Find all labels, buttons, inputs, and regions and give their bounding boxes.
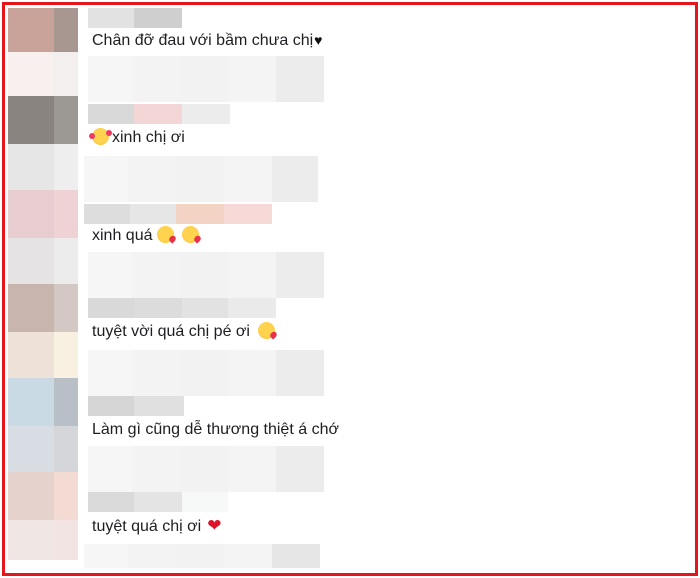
- red-heart-icon: ❤: [207, 516, 222, 535]
- avatar[interactable]: [8, 96, 78, 144]
- comment-actions-redacted[interactable]: [88, 252, 324, 298]
- comment-actions-redacted[interactable]: [88, 350, 324, 396]
- smiling-face-with-hearts-icon: [89, 128, 112, 145]
- commenter-name-redacted[interactable]: [84, 204, 272, 224]
- avatar[interactable]: [8, 8, 78, 52]
- face-blowing-kiss-icon: [181, 226, 199, 243]
- face-blowing-kiss-icon: [156, 226, 174, 243]
- comment-body: tuyệt vời quá chị pé ơi: [92, 323, 250, 340]
- comment-body: Làm gì cũng dễ thương thiệt á chớ: [92, 421, 339, 438]
- commenter-name-redacted[interactable]: [88, 492, 228, 512]
- comment-actions-redacted[interactable]: [88, 56, 324, 102]
- comment-text: Chân đỡ đau với bầm chưa chị♥: [92, 30, 322, 51]
- comment-text: Làm gì cũng dễ thương thiệt á chớ: [92, 420, 339, 440]
- commenter-name-redacted[interactable]: [88, 104, 230, 124]
- face-blowing-kiss-icon: [257, 322, 275, 339]
- comment-body: Chân đỡ đau với bầm chưa chị: [92, 32, 314, 49]
- comment-text: xinh chị ơi: [89, 128, 185, 148]
- avatar[interactable]: [8, 378, 78, 426]
- avatar[interactable]: [8, 426, 78, 472]
- commenter-name-redacted[interactable]: [88, 298, 276, 318]
- avatar[interactable]: [8, 332, 78, 378]
- avatar[interactable]: [8, 238, 78, 284]
- avatar[interactable]: [8, 520, 78, 560]
- avatar[interactable]: [8, 284, 78, 332]
- comment-actions-redacted[interactable]: [84, 544, 320, 568]
- comment-body: xinh chị ơi: [112, 129, 185, 146]
- avatar[interactable]: [8, 190, 78, 238]
- comment-body: tuyệt quá chị ơi: [92, 518, 202, 535]
- comment-actions-redacted[interactable]: [88, 446, 324, 492]
- avatar[interactable]: [8, 472, 78, 520]
- black-heart-icon: ♥: [314, 32, 323, 48]
- comment-text: tuyệt vời quá chị pé ơi: [92, 322, 275, 342]
- comment-text: xinh quá: [92, 226, 199, 246]
- avatar[interactable]: [8, 52, 78, 96]
- commenter-name-redacted[interactable]: [88, 8, 182, 28]
- comment-actions-redacted[interactable]: [84, 156, 318, 202]
- comment-body: xinh quá: [92, 227, 153, 244]
- comment-text: tuyệt quá chị ơi ❤: [92, 516, 221, 537]
- commenter-name-redacted[interactable]: [88, 396, 184, 416]
- avatar[interactable]: [8, 144, 78, 190]
